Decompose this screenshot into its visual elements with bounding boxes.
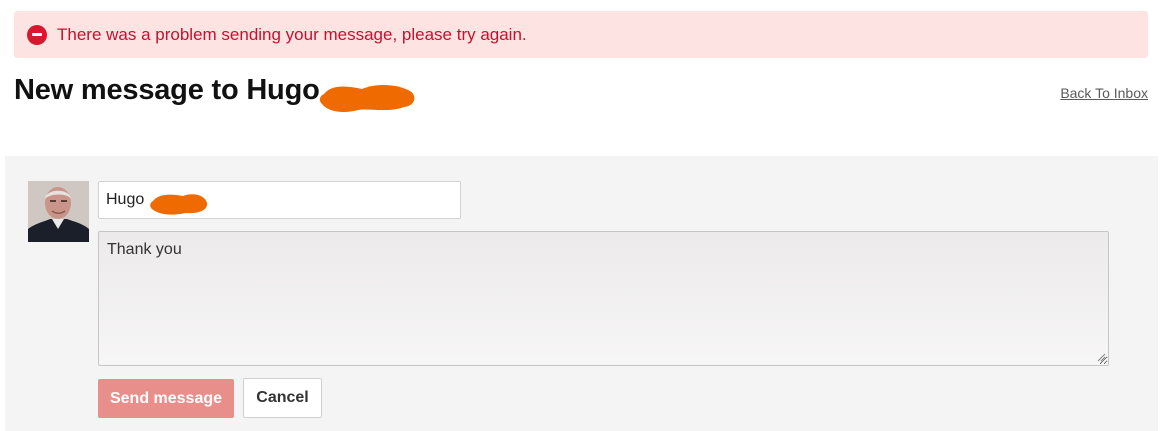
- alert-message: There was a problem sending your message…: [57, 24, 527, 44]
- recipient-name: Hugo: [106, 191, 145, 208]
- send-message-button[interactable]: Send message: [98, 379, 234, 418]
- redaction-mark: [319, 84, 415, 112]
- recipient-avatar: [28, 181, 89, 242]
- message-body-textarea[interactable]: Thank you: [98, 231, 1109, 366]
- error-alert: There was a problem sending your message…: [14, 11, 1148, 58]
- page-title: New message to Hugo: [14, 74, 320, 106]
- resize-grip-icon[interactable]: [1096, 352, 1106, 362]
- error-minus-circle-icon: [27, 24, 47, 45]
- redaction-mark: [150, 194, 208, 215]
- recipient-field[interactable]: Hugo: [98, 181, 461, 219]
- cancel-button[interactable]: Cancel: [243, 378, 322, 418]
- back-to-inbox-link[interactable]: Back To Inbox: [1060, 85, 1148, 101]
